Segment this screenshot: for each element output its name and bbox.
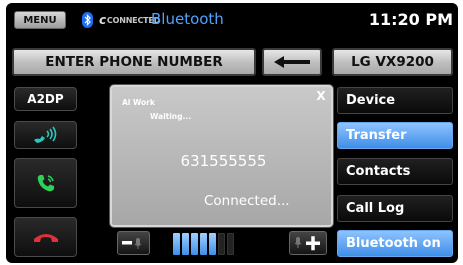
phone-number-placeholder: ENTER PHONE NUMBER [45,54,223,70]
backspace-button[interactable] [262,48,322,76]
a2dp-label: A2DP [27,92,64,106]
bluetooth-on-button[interactable]: Bluetooth on [337,230,453,257]
call-volume-button[interactable] [14,121,77,149]
mic-volume-up-icon [294,236,320,251]
mic-volume-up-button[interactable] [289,231,327,255]
caller-name: Al Work [122,98,155,107]
brand-mark-icon: c [99,13,106,27]
call-log-button[interactable]: Call Log [337,195,453,222]
transfer-button[interactable]: Transfer [337,122,453,149]
hang-up-button[interactable] [14,217,77,257]
mic-volume-down-icon [121,238,141,249]
volume-bar [227,233,234,255]
hang-up-icon [33,234,58,242]
device-name-label: LG VX9200 [351,54,434,70]
menu-button[interactable]: MENU [14,11,66,29]
backspace-arrow-icon [274,56,310,68]
connection-status: Connected... [204,193,290,209]
volume-bar [218,233,225,255]
waiting-text: Waiting... [150,112,192,121]
volume-bar [200,233,207,255]
volume-level-indicator [173,233,234,255]
clock: 11:20 PM [368,9,453,29]
device-button[interactable]: Device [337,87,453,114]
volume-bar [173,233,180,255]
car-bluetooth-screen: MENU c CONNECTED Bluetooth 11:20 PM ENTE… [6,3,458,263]
screen-title: Bluetooth [151,10,224,28]
device-name-button[interactable]: LG VX9200 [332,48,453,76]
mic-volume-down-button[interactable] [117,231,150,255]
volume-bar [209,233,216,255]
answer-call-icon [37,175,54,192]
volume-bar [191,233,198,255]
call-volume-icon [33,126,56,143]
dialed-number: 631555555 [180,152,267,170]
contacts-button[interactable]: Contacts [337,158,453,185]
answer-call-button[interactable] [14,158,77,208]
close-icon: X [316,89,326,103]
popup-close-button[interactable]: X [313,88,329,104]
bluetooth-icon [82,12,93,28]
a2dp-button[interactable]: A2DP [14,87,77,111]
phone-number-field[interactable]: ENTER PHONE NUMBER [12,48,256,76]
call-status-popup: Al Work Waiting... X 631555555 Connected… [110,85,333,227]
volume-bar [182,233,189,255]
